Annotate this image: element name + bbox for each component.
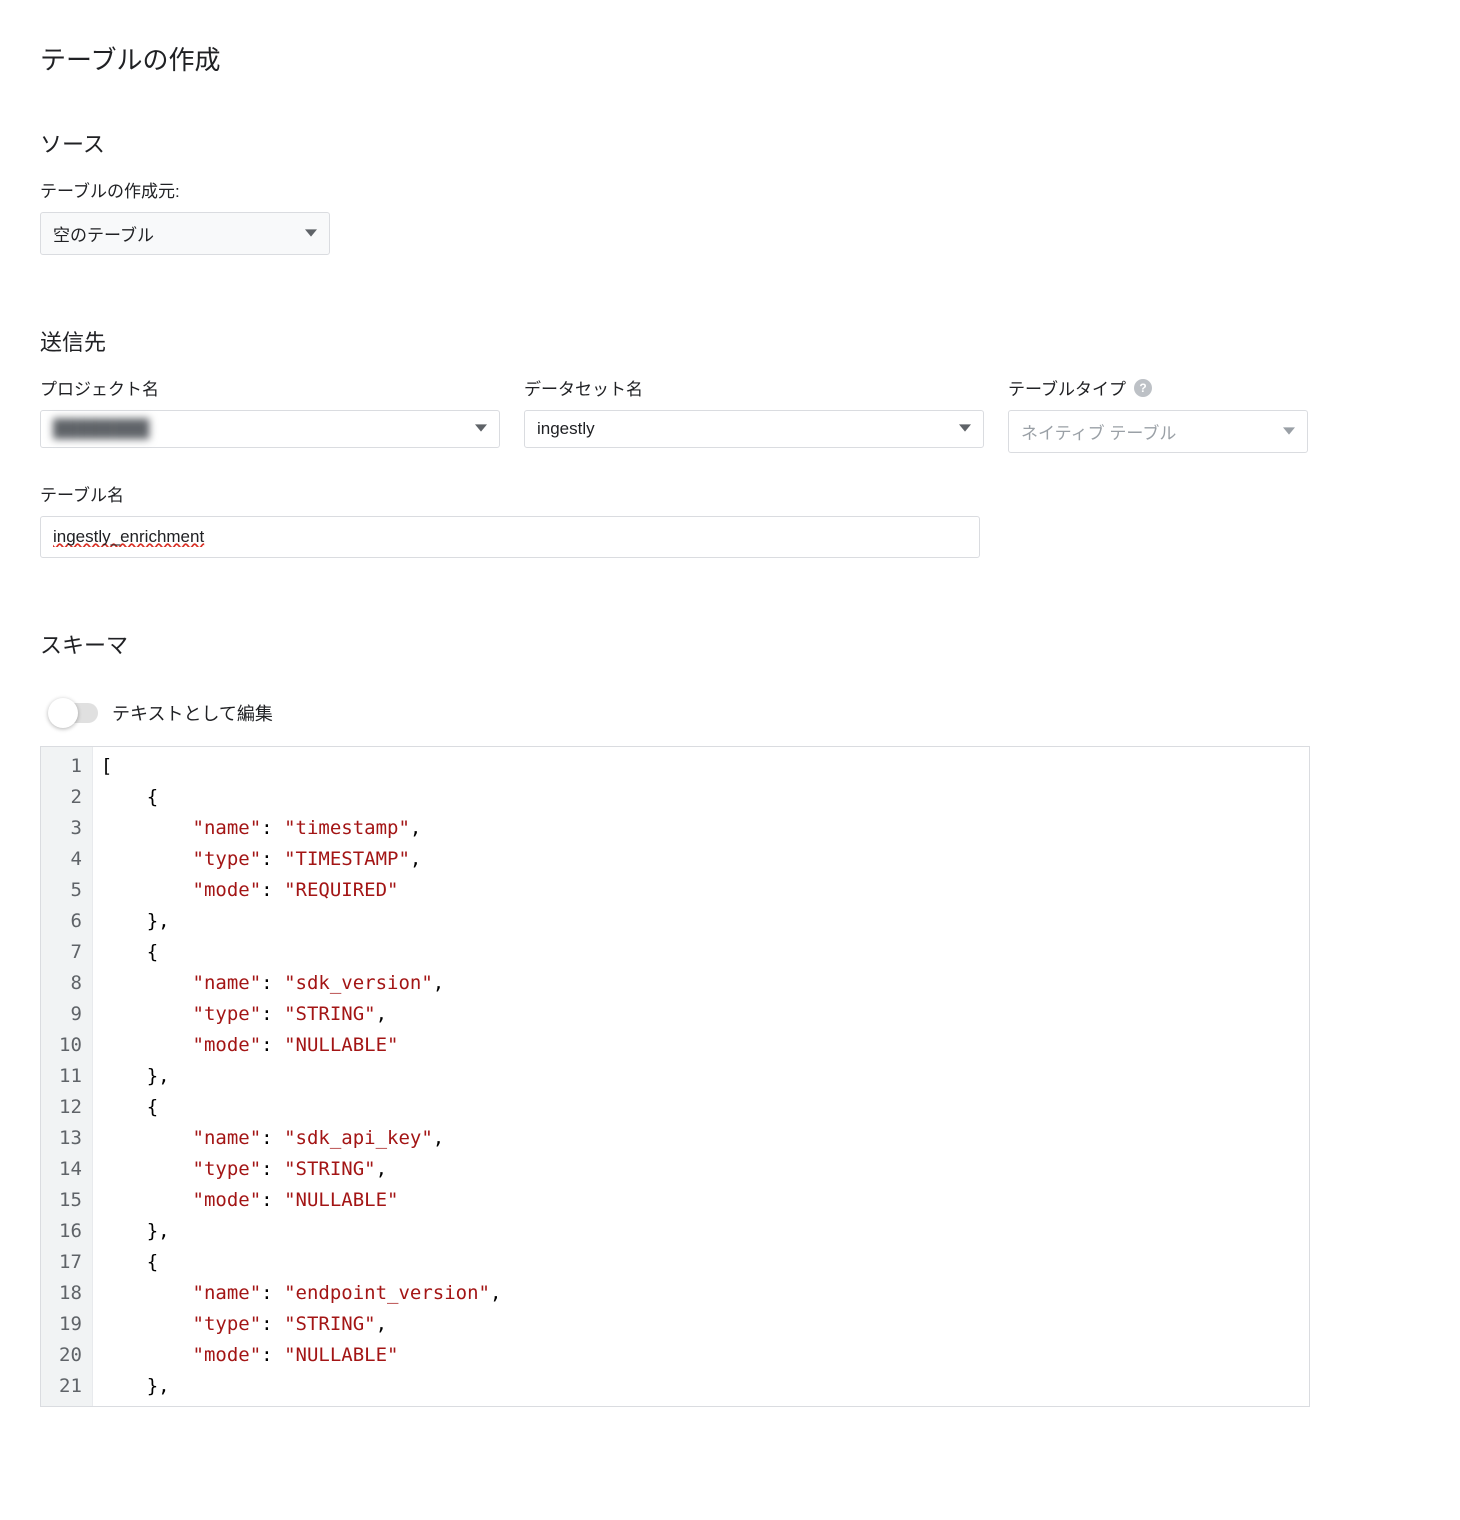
create-from-label: テーブルの作成元: (40, 177, 1420, 202)
dataset-value: ingestly (537, 419, 595, 439)
dataset-dropdown[interactable]: ingestly (524, 410, 984, 448)
project-label: プロジェクト名 (40, 375, 500, 400)
caret-down-icon (305, 224, 317, 244)
source-heading: ソース (40, 127, 1420, 159)
schema-heading: スキーマ (40, 628, 1420, 660)
source-section: ソース テーブルの作成元: 空のテーブル (40, 127, 1420, 255)
edit-as-text-toggle[interactable] (50, 703, 98, 723)
project-value: ████████ (53, 419, 149, 439)
destination-heading: 送信先 (40, 325, 1420, 357)
code-gutter: 123456789101112131415161718192021 (41, 747, 93, 1406)
caret-down-icon (959, 419, 971, 439)
tabletype-label: テーブルタイプ (1008, 375, 1126, 400)
help-icon[interactable]: ? (1134, 379, 1152, 397)
schema-section: スキーマ テキストとして編集 1234567891011121314151617… (40, 628, 1420, 1407)
code-content[interactable]: [ { "name": "timestamp", "type": "TIMEST… (93, 747, 510, 1406)
destination-section: 送信先 プロジェクト名 ████████ データセット名 ingestly テー (40, 325, 1420, 558)
schema-code-editor[interactable]: 123456789101112131415161718192021 [ { "n… (40, 746, 1310, 1407)
create-from-value: 空のテーブル (53, 221, 154, 246)
caret-down-icon (1283, 422, 1295, 442)
project-dropdown[interactable]: ████████ (40, 410, 500, 448)
tablename-input[interactable] (40, 516, 980, 558)
create-from-dropdown[interactable]: 空のテーブル (40, 212, 330, 255)
page-title: テーブルの作成 (40, 40, 1420, 77)
edit-as-text-label: テキストとして編集 (112, 700, 273, 726)
toggle-knob (48, 698, 78, 728)
caret-down-icon (475, 419, 487, 439)
tablename-label: テーブル名 (40, 481, 1420, 506)
tabletype-value: ネイティブ テーブル (1021, 419, 1176, 444)
dataset-label: データセット名 (524, 375, 984, 400)
tabletype-dropdown[interactable]: ネイティブ テーブル (1008, 410, 1308, 453)
